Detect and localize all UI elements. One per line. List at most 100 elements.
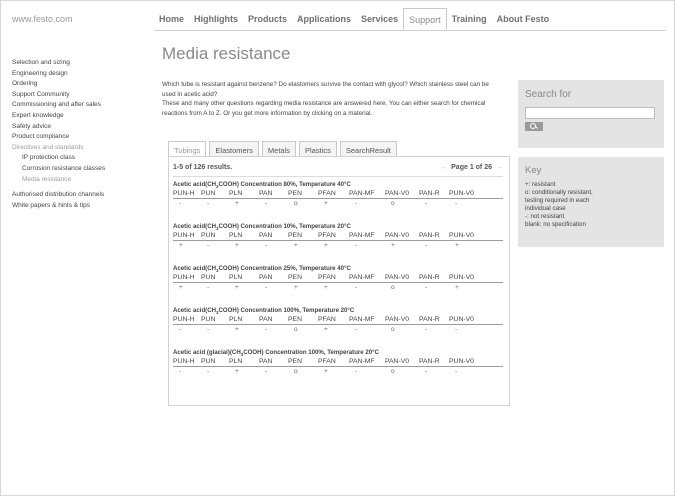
- result-block: Acetic acid(CH3COOH) Concentration 25%, …: [173, 265, 503, 292]
- resistance-value: -: [207, 242, 210, 250]
- sidebar: Selection and sizing Engineering design …: [12, 58, 152, 211]
- column-header: PUN: [201, 232, 216, 240]
- search-button[interactable]: [525, 122, 543, 131]
- sidebar-item-selection-and-sizing[interactable]: Selection and sizing: [12, 58, 152, 69]
- resistance-value: -: [179, 326, 182, 334]
- column-header: PAN-R: [419, 358, 440, 366]
- sidebar-item-distribution-channels[interactable]: Authorised distribution channels: [12, 190, 152, 201]
- column-header: PLN: [229, 274, 243, 282]
- resistance-value: -: [455, 326, 458, 334]
- resistance-value: o: [391, 284, 395, 292]
- sidebar-item-support-community[interactable]: Support Community: [12, 90, 152, 101]
- column-header: PAN-V0: [385, 232, 410, 240]
- column-header: PEN: [288, 316, 302, 324]
- resistance-value: +: [324, 284, 328, 292]
- nav-item-support[interactable]: Support: [403, 8, 447, 30]
- nav-item-about-festo[interactable]: About Festo: [492, 8, 555, 30]
- result-values-row: + - + - + + - o - +: [173, 283, 503, 292]
- column-header: PAN-R: [419, 274, 440, 282]
- resistance-value: -: [425, 242, 428, 250]
- key-line: +: resistant: [525, 181, 556, 188]
- column-header: PAN: [259, 358, 273, 366]
- result-title[interactable]: Acetic acid(CH3COOH) Concentration 100%,…: [173, 307, 503, 315]
- result-title-rest: COOH) Concentration 25%, Temperature 40°…: [218, 265, 351, 272]
- result-title-name: Acetic acid (glacial)(CH: [173, 349, 241, 356]
- key-line: o: conditionally resistant,: [525, 188, 593, 196]
- nav-item-home[interactable]: Home: [154, 8, 189, 30]
- resistance-value: -: [265, 326, 268, 334]
- result-title[interactable]: Acetic acid(CH3COOH) Concentration 25%, …: [173, 265, 503, 273]
- column-header: PFAN: [318, 274, 336, 282]
- sidebar-item-media-resistance[interactable]: Media resistance: [12, 175, 152, 186]
- sidebar-item-corrosion-resistance[interactable]: Corrosion resistance classes: [12, 164, 152, 175]
- result-column-headers: PUN-H PUN PLN PAN PEN PFAN PAN-MF PAN-V0 PAN-R PU…: [173, 231, 503, 242]
- result-title-name: Acetic acid(CH: [173, 265, 217, 272]
- column-header: PLN: [229, 190, 243, 198]
- column-header: PAN: [259, 274, 273, 282]
- resistance-value: +: [294, 242, 298, 250]
- resistance-value: +: [179, 242, 183, 250]
- resistance-value: -: [179, 368, 182, 376]
- column-header: PAN-MF: [349, 190, 375, 198]
- resistance-value: o: [294, 326, 298, 334]
- sidebar-item-ip-protection-class[interactable]: IP protection class: [12, 153, 152, 164]
- column-header: PLN: [229, 316, 243, 324]
- resistance-value: +: [235, 284, 239, 292]
- sidebar-item-white-papers[interactable]: White papers & hints & tips: [12, 201, 152, 212]
- nav-item-highlights[interactable]: Highlights: [189, 8, 243, 30]
- sidebar-item-directives-and-standards[interactable]: Directives and standards: [12, 143, 152, 154]
- resistance-value: o: [391, 326, 395, 334]
- sidebar-item-product-compliance[interactable]: Product compliance: [12, 132, 152, 143]
- resistance-value: +: [235, 326, 239, 334]
- column-header: PUN-V0: [449, 358, 474, 366]
- resistance-value: -: [207, 200, 210, 208]
- result-title[interactable]: Acetic acid (glacial)(CH3COOH) Concentra…: [173, 349, 503, 357]
- nav-item-products[interactable]: Products: [243, 8, 292, 30]
- column-header: PUN-H: [173, 232, 195, 240]
- column-header: PLN: [229, 358, 243, 366]
- resistance-value: -: [455, 200, 458, 208]
- column-header: PFAN: [318, 316, 336, 324]
- results-bar: 1-5 of 126 results. ← Page 1 of 26 →: [173, 164, 503, 171]
- sidebar-item-safety-advice[interactable]: Safety advice: [12, 122, 152, 133]
- column-header: PAN-MF: [349, 232, 375, 240]
- nav-item-applications[interactable]: Applications: [292, 8, 356, 30]
- nav-item-services[interactable]: Services: [356, 8, 403, 30]
- pager-prev-arrow-icon[interactable]: ←: [440, 164, 447, 171]
- nav-item-training[interactable]: Training: [447, 8, 492, 30]
- result-column-headers: PUN-H PUN PLN PAN PEN PFAN PAN-MF PAN-V0 PAN-R PU…: [173, 357, 503, 368]
- search-title: Search for: [525, 89, 572, 100]
- result-column-headers: PUN-H PUN PLN PAN PEN PFAN PAN-MF PAN-V0 PAN-R PU…: [173, 189, 503, 200]
- resistance-value: -: [355, 368, 358, 376]
- site-logo[interactable]: www.festo.com: [12, 14, 73, 24]
- result-block: Acetic acid(CH3COOH) Concentration 10%, …: [173, 223, 503, 250]
- sidebar-item-commissioning[interactable]: Commissioning and after sales: [12, 100, 152, 111]
- resistance-value: -: [265, 284, 268, 292]
- pager-next-arrow-icon[interactable]: →: [496, 164, 503, 171]
- result-title[interactable]: Acetic acid(CH3COOH) Concentration 80%, …: [173, 181, 503, 189]
- resistance-value: -: [179, 200, 182, 208]
- column-header: PAN: [259, 316, 273, 324]
- column-header: PEN: [288, 358, 302, 366]
- result-block: Acetic acid (glacial)(CH3COOH) Concentra…: [173, 349, 503, 376]
- result-column-headers: PUN-H PUN PLN PAN PEN PFAN PAN-MF PAN-V0 PAN-R PU…: [173, 315, 503, 326]
- column-header: PUN-H: [173, 358, 195, 366]
- top-navigation: Home Highlights Products Applications Se…: [154, 8, 554, 30]
- column-header: PAN-MF: [349, 274, 375, 282]
- column-header: PAN-V0: [385, 190, 410, 198]
- sidebar-item-engineering-design[interactable]: Engineering design: [12, 69, 152, 80]
- resistance-value: o: [391, 200, 395, 208]
- result-values-row: + - + - + + - + - +: [173, 241, 503, 250]
- key-box: Key +: resistant o: conditionally resist…: [518, 157, 664, 247]
- search-input[interactable]: [525, 107, 655, 119]
- key-line: -: not resistant: [525, 212, 565, 220]
- key-line: individual case: [525, 204, 566, 212]
- resistance-value: -: [425, 326, 428, 334]
- resistance-value: -: [355, 326, 358, 334]
- sidebar-item-ordering[interactable]: Ordering: [12, 79, 152, 90]
- resistance-value: -: [355, 200, 358, 208]
- resistance-value: +: [235, 200, 239, 208]
- result-title[interactable]: Acetic acid(CH3COOH) Concentration 10%, …: [173, 223, 503, 231]
- sidebar-item-expert-knowledge[interactable]: Expert knowledge: [12, 111, 152, 122]
- resistance-value: -: [265, 242, 268, 250]
